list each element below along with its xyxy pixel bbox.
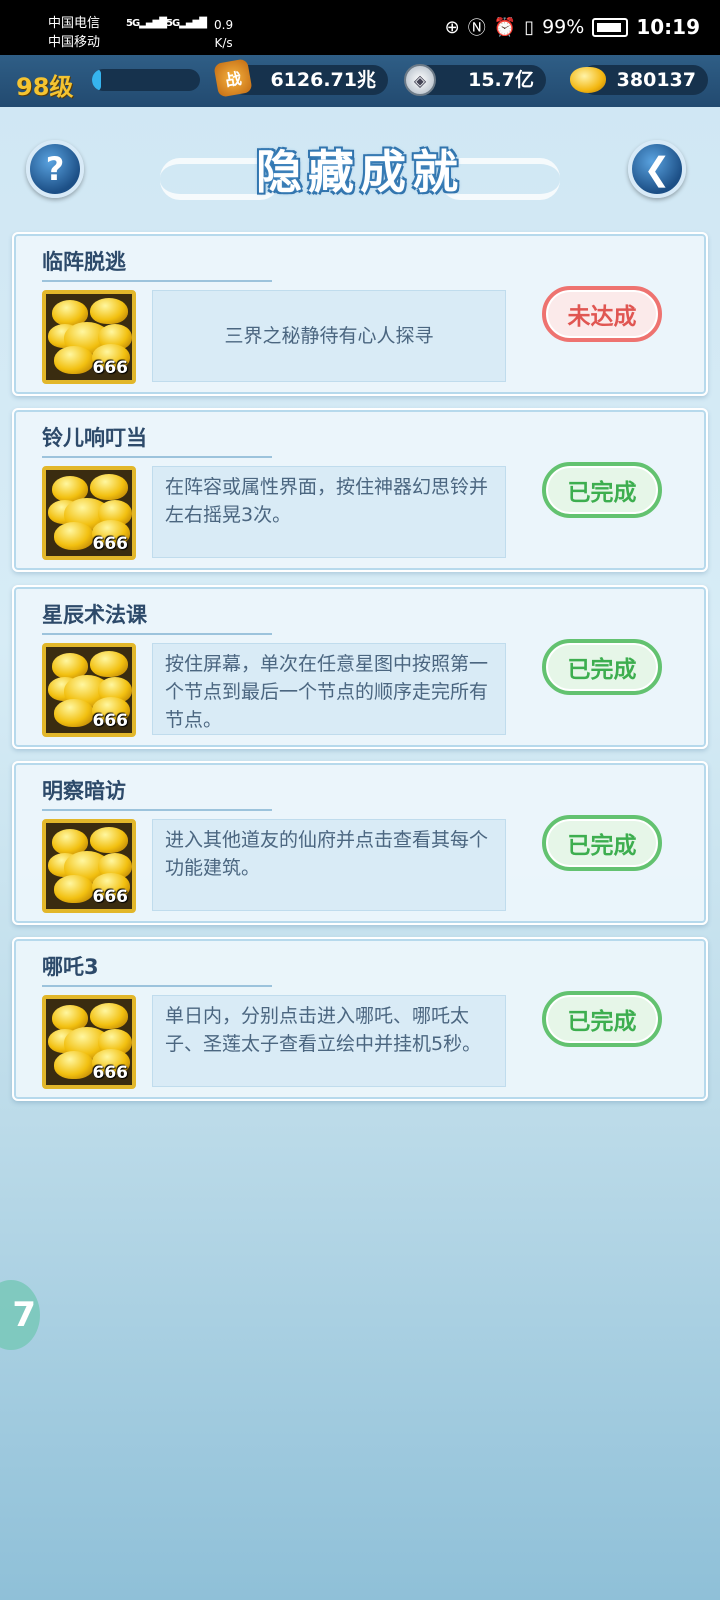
signal-2-icon: 5G▂▄▆█ bbox=[166, 18, 207, 29]
achievement-card: 铃儿响叮当 666 在阵容或属性界面，按住神器幻思铃并左右摇晃3次。 已完成 bbox=[12, 408, 708, 572]
description-text: 在阵容或属性界面，按住神器幻思铃并左右摇晃3次。 bbox=[165, 476, 489, 526]
gold-ingot-reward-icon[interactable]: 666 bbox=[42, 290, 136, 384]
description-text: 三界之秘静待有心人探寻 bbox=[224, 325, 434, 347]
back-button[interactable]: ❮ bbox=[628, 140, 686, 198]
signal-1-icon: 5G▂▄▆█ bbox=[126, 18, 167, 29]
achievement-title: 星辰术法课 bbox=[42, 603, 147, 627]
achievement-status-button[interactable]: 已完成 bbox=[542, 639, 662, 695]
gold-ingot-icon bbox=[570, 67, 606, 93]
achievement-description: 单日内，分别点击进入哪吒、哪吒太子、圣莲太子查看立绘中并挂机5秒。 bbox=[152, 995, 506, 1087]
speed-unit: K/s bbox=[214, 36, 233, 50]
achievement-status-button[interactable]: 未达成 bbox=[542, 286, 662, 342]
power-icon: 战 bbox=[213, 58, 253, 98]
resource-bar: 98级 6126.71兆 战 15.7亿 ◈ 380137 bbox=[0, 55, 720, 107]
achievement-title: 哪吒3 bbox=[42, 955, 99, 979]
reward-count: 666 bbox=[92, 534, 129, 554]
reward-count: 666 bbox=[92, 887, 129, 907]
title-divider bbox=[42, 280, 272, 282]
page-title: 隐藏成就 bbox=[256, 145, 464, 199]
gold-ingot-reward-icon[interactable]: 666 bbox=[42, 643, 136, 737]
achievement-title: 铃儿响叮当 bbox=[42, 426, 147, 450]
achievement-title: 明察暗访 bbox=[42, 779, 126, 803]
achievement-status-button[interactable]: 已完成 bbox=[542, 462, 662, 518]
achievement-description: 三界之秘静待有心人探寻 bbox=[152, 290, 506, 382]
clock: 10:19 bbox=[636, 15, 700, 39]
achievement-card: 哪吒3 666 单日内，分别点击进入哪吒、哪吒太子、圣莲太子查看立绘中并挂机5秒… bbox=[12, 937, 708, 1101]
nfc-icon: Ⓝ bbox=[467, 18, 486, 39]
player-level: 98级 bbox=[16, 73, 74, 101]
achievement-description: 按住屏幕，单次在任意星图中按照第一个节点到最后一个节点的顺序走完所有节点。 bbox=[152, 643, 506, 735]
floating-assistant-button[interactable]: 7 bbox=[0, 1280, 40, 1350]
speed-value: 0.9 bbox=[214, 18, 234, 32]
battery-icon bbox=[592, 17, 629, 37]
title-divider bbox=[42, 456, 272, 458]
achievement-description: 在阵容或属性界面，按住神器幻思铃并左右摇晃3次。 bbox=[152, 466, 506, 558]
carrier-1: 中国电信 bbox=[48, 16, 101, 31]
reward-count: 666 bbox=[92, 358, 129, 378]
status-right: ⊕ Ⓝ ⏰ ▯ 99% 10:19 bbox=[445, 14, 700, 40]
title-divider bbox=[42, 985, 272, 987]
status-bar: 中国电信 中国移动 5G▂▄▆█ 5G▂▄▆█ 0.9 K/s ⊕ Ⓝ ⏰ ▯ … bbox=[0, 0, 720, 55]
achievement-card: 临阵脱逃 666 三界之秘静待有心人探寻 未达成 bbox=[12, 232, 708, 396]
achievement-card: 明察暗访 666 进入其他道友的仙府并点击查看其每个功能建筑。 已完成 bbox=[12, 761, 708, 925]
coin-icon: ◈ bbox=[404, 64, 436, 96]
gold-ingot-reward-icon[interactable]: 666 bbox=[42, 819, 136, 913]
description-text: 单日内，分别点击进入哪吒、哪吒太子、圣莲太子查看立绘中并挂机5秒。 bbox=[165, 1005, 482, 1055]
reward-count: 666 bbox=[92, 1063, 129, 1083]
power-value: 6126.71兆 bbox=[230, 65, 388, 95]
achievement-title: 临阵脱逃 bbox=[42, 250, 126, 274]
achievement-card: 星辰术法课 666 按住屏幕，单次在任意星图中按照第一个节点到最后一个节点的顺序… bbox=[12, 585, 708, 749]
gold-ingot-reward-icon[interactable]: 666 bbox=[42, 995, 136, 1089]
level-progress-fill bbox=[92, 69, 101, 91]
title-divider bbox=[42, 633, 272, 635]
description-text: 进入其他道友的仙府并点击查看其每个功能建筑。 bbox=[165, 829, 489, 879]
gold-ingot-reward-icon[interactable]: 666 bbox=[42, 466, 136, 560]
carrier-2: 中国移动 bbox=[48, 35, 101, 50]
reward-count: 666 bbox=[92, 711, 129, 731]
vibrate-icon: ▯ bbox=[524, 16, 535, 38]
achievement-status-button[interactable]: 已完成 bbox=[542, 815, 662, 871]
achievement-status-button[interactable]: 已完成 bbox=[542, 991, 662, 1047]
carrier-info: 中国电信 中国移动 bbox=[48, 14, 100, 52]
network-speed: 0.9 K/s bbox=[214, 16, 233, 52]
battery-percent: 99% bbox=[542, 16, 585, 38]
description-text: 按住屏幕，单次在任意星图中按照第一个节点到最后一个节点的顺序走完所有节点。 bbox=[165, 653, 489, 731]
alarm-icon: ⏰ bbox=[493, 16, 517, 38]
hotspot-icon: ⊕ bbox=[444, 16, 460, 38]
achievement-description: 进入其他道友的仙府并点击查看其每个功能建筑。 bbox=[152, 819, 506, 911]
title-divider bbox=[42, 809, 272, 811]
title-row: ? 隐藏成就 ❮ bbox=[0, 128, 720, 218]
level-progress-bar bbox=[92, 69, 200, 91]
